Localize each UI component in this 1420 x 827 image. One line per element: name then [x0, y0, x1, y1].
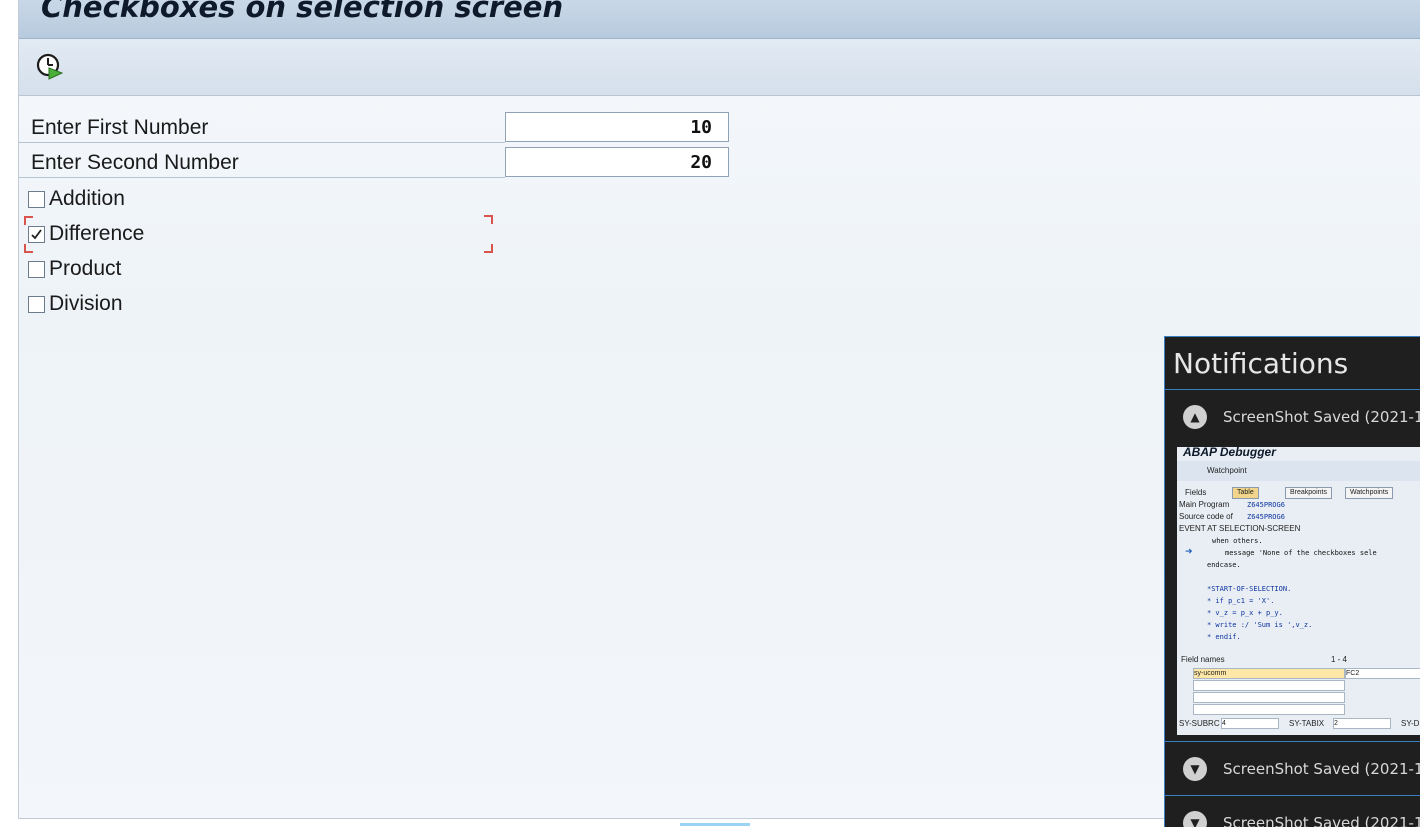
thumbnail-subrc-label: SY-SUBRC — [1179, 719, 1220, 728]
thumbnail-empty-field — [1193, 692, 1345, 703]
checkmark-icon — [31, 228, 42, 239]
thumbnail-code-line: * v_z = p_x + p_y. — [1207, 609, 1283, 617]
notifications-title: Notifications — [1173, 347, 1349, 380]
thumbnail-code-line: * endif. — [1207, 633, 1241, 641]
focus-corner — [24, 244, 33, 253]
execute-button[interactable] — [35, 52, 65, 82]
notification-text: ScreenShot Saved (2021-12-2 — [1223, 760, 1420, 778]
thumbnail-field-names-label: Field names — [1181, 655, 1225, 664]
thumbnail-main-program-label: Main Program — [1179, 500, 1230, 509]
checkbox-box[interactable] — [28, 295, 45, 313]
checkbox-label: Addition — [49, 187, 125, 210]
focus-corner — [24, 216, 33, 225]
thumbnail-fields-label: Fields — [1185, 488, 1207, 497]
notification-text: ScreenShot Saved (2021-12-2 — [1223, 814, 1420, 827]
thumbnail-code-line: * if p_c1 = 'X'. — [1207, 597, 1275, 605]
thumbnail-subrc-value: 4 — [1221, 718, 1279, 729]
label-divider — [19, 177, 505, 178]
thumbnail-field-value: FC2 — [1345, 668, 1420, 679]
notification-text: ScreenShot Saved (2021-12-2 — [1223, 408, 1420, 426]
checkbox-box-checked[interactable] — [28, 225, 45, 243]
thumbnail-tabix-label: SY-TABIX — [1289, 719, 1325, 728]
thumbnail-main-program-value: Z645PROG6 — [1247, 501, 1285, 509]
thumbnail-source-code-value: Z645PROG6 — [1247, 513, 1285, 521]
checkbox-label: Difference — [49, 222, 145, 245]
thumbnail-code-line: endcase. — [1207, 561, 1241, 569]
collapse-chevron-icon[interactable]: ▲ — [1183, 405, 1207, 429]
thumbnail-tab: Breakpoints — [1285, 487, 1332, 499]
thumbnail-code-line: *START-OF-SELECTION. — [1207, 585, 1292, 593]
checkbox-box[interactable] — [28, 260, 45, 278]
notification-item[interactable]: ▼ ScreenShot Saved (2021-12-2 — [1165, 795, 1420, 827]
thumbnail-code-line: * write :/ 'Sum is ',v_z. — [1207, 621, 1313, 629]
thumbnail-event: EVENT AT SELECTION-SCREEN — [1179, 524, 1301, 533]
thumbnail-tabix-value: 2 — [1333, 718, 1391, 729]
checkbox-division[interactable]: Division — [28, 291, 123, 317]
expand-chevron-icon[interactable]: ▼ — [1183, 757, 1207, 781]
notification-item[interactable]: ▼ ScreenShot Saved (2021-12-2 — [1165, 741, 1420, 796]
focus-corner — [484, 215, 493, 224]
expand-chevron-icon[interactable]: ▼ — [1183, 811, 1207, 827]
thumbnail-code-line: message 'None of the checkboxes sele — [1225, 549, 1377, 557]
thumbnail-range: 1 - 4 — [1331, 655, 1348, 664]
thumbnail-tab: Watchpoints — [1345, 487, 1394, 499]
title-bar: Checkboxes on selection screen — [19, 0, 1420, 39]
focus-corner — [484, 244, 493, 253]
checkbox-product[interactable]: Product — [28, 256, 121, 282]
checkbox-addition[interactable]: Addition — [28, 186, 125, 212]
thumbnail-tab: Table — [1232, 487, 1259, 499]
page-title: Checkboxes on selection screen — [41, 0, 564, 24]
thumbnail-title: ABAP Debugger — [1183, 447, 1276, 459]
checkbox-box[interactable] — [28, 190, 45, 208]
checkbox-label: Product — [49, 257, 122, 280]
second-number-input[interactable] — [505, 147, 729, 177]
first-number-input[interactable] — [505, 112, 729, 142]
thumbnail-field-name: sy-ucomm — [1193, 668, 1345, 679]
arrow-right-icon: ➜ — [1185, 546, 1193, 556]
checkbox-label: Division — [49, 292, 123, 315]
thumbnail-empty-field — [1193, 680, 1345, 691]
notification-item-expanded[interactable]: ▲ ScreenShot Saved (2021-12-2 — [1165, 389, 1420, 444]
thumbnail-empty-field — [1193, 704, 1345, 715]
application-toolbar — [19, 39, 1420, 96]
screenshot-thumbnail[interactable]: ABAP Debugger Watchpoint Fields Table Br… — [1177, 447, 1420, 735]
thumbnail-toolbar: Watchpoint — [1177, 461, 1420, 481]
notifications-panel: Notifications ▲ ScreenShot Saved (2021-1… — [1164, 336, 1420, 827]
thumbnail-source-code-label: Source code of — [1179, 512, 1233, 521]
thumbnail-code-line: when others. — [1212, 537, 1263, 545]
thumbnail-sy-d-label: SY-D — [1401, 719, 1420, 728]
first-number-label: Enter First Number — [31, 116, 209, 139]
execute-clock-icon — [36, 53, 64, 80]
second-number-label: Enter Second Number — [31, 151, 239, 174]
checkbox-difference[interactable]: Difference — [28, 221, 144, 247]
thumbnail-watchpoint: Watchpoint — [1207, 466, 1247, 475]
label-divider — [19, 142, 505, 143]
